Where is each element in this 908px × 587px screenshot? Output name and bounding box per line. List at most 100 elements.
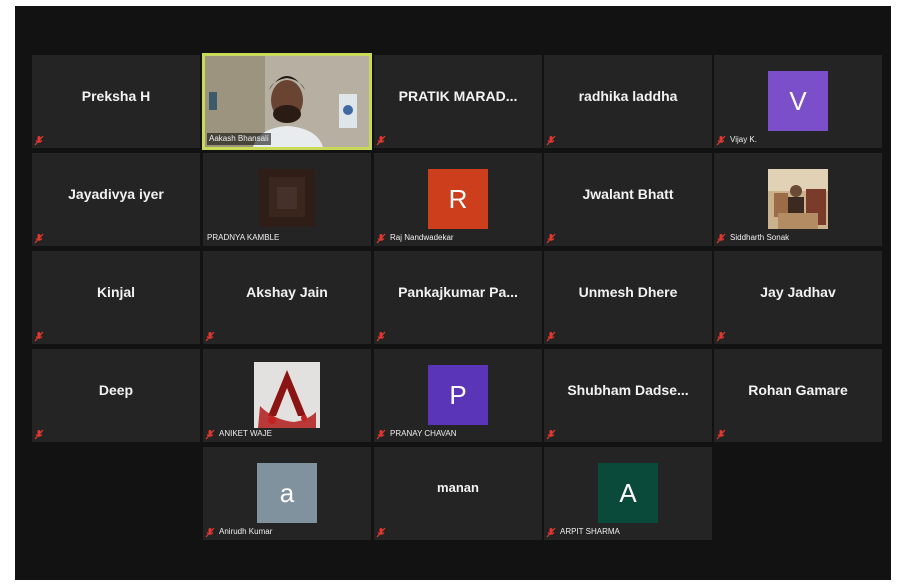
mic-muted-icon <box>376 233 386 243</box>
gallery-view: Preksha H Aakash Bhansali PRATIK MARAD..… <box>15 6 891 580</box>
participant-label <box>546 330 556 342</box>
participant-tile[interactable]: ANIKET WAJE <box>203 349 371 442</box>
participant-label <box>34 330 44 342</box>
participant-tile[interactable]: Jay Jadhav <box>714 251 882 344</box>
participant-tile[interactable]: Rohan Gamare <box>714 349 882 442</box>
participant-tile[interactable]: a Anirudh Kumar <box>203 447 371 540</box>
mic-muted-icon <box>34 135 44 145</box>
mic-muted-icon <box>205 527 215 537</box>
mic-muted-icon <box>716 233 726 243</box>
profile-photo <box>259 169 315 227</box>
participant-tile[interactable]: Akshay Jain <box>203 251 371 344</box>
mic-muted-icon <box>376 331 386 341</box>
participant-label: PRANAY CHAVAN <box>376 428 459 440</box>
mic-muted-icon <box>376 527 386 537</box>
participant-label: Vijay K. <box>716 134 759 146</box>
participant-label <box>546 428 556 440</box>
participant-name: Shubham Dadse... <box>567 381 689 398</box>
participant-label <box>34 428 44 440</box>
avatar: A <box>598 463 658 523</box>
participant-tile[interactable]: Jwalant Bhatt <box>544 153 712 246</box>
participant-label <box>376 134 386 146</box>
profile-photo <box>768 169 828 229</box>
participant-tile[interactable]: Pankajkumar Pa... <box>374 251 542 344</box>
avatar-initial: P <box>449 379 467 410</box>
participant-label <box>546 232 556 244</box>
participant-label: PRADNYA KAMBLE <box>205 232 281 244</box>
mic-muted-icon <box>376 135 386 145</box>
participant-name: Unmesh Dhere <box>578 283 678 300</box>
participant-label <box>716 330 726 342</box>
participant-tile[interactable]: P PRANAY CHAVAN <box>374 349 542 442</box>
participant-name: PRADNYA KAMBLE <box>207 233 280 242</box>
participant-name: PRANAY CHAVAN <box>390 429 457 438</box>
participant-label <box>376 330 386 342</box>
avatar: V <box>768 71 828 131</box>
participant-label: Anirudh Kumar <box>205 526 274 538</box>
participant-tile[interactable]: radhika laddha <box>544 55 712 148</box>
participant-label: ARPIT SHARMA <box>546 526 622 538</box>
participant-name: Vijay K. <box>730 135 757 144</box>
participant-tile[interactable]: A ARPIT SHARMA <box>544 447 712 540</box>
avatar-initial: a <box>279 477 295 508</box>
participant-label: Raj Nandwadekar <box>376 232 456 244</box>
mic-muted-icon <box>34 429 44 439</box>
mic-muted-icon <box>546 233 556 243</box>
participant-tile[interactable]: V Vijay K. <box>714 55 882 148</box>
participant-tile[interactable]: manan <box>374 447 542 540</box>
mic-muted-icon <box>546 527 556 537</box>
participant-tile[interactable]: Siddharth Sonak <box>714 153 882 246</box>
participant-tile[interactable]: R Raj Nandwadekar <box>374 153 542 246</box>
participant-name: Raj Nandwadekar <box>390 233 454 242</box>
mic-muted-icon <box>205 429 215 439</box>
avatar-initial: R <box>448 183 468 214</box>
mic-muted-icon <box>546 331 556 341</box>
participant-name: Pankajkumar Pa... <box>398 283 518 300</box>
participant-name: ARPIT SHARMA <box>560 527 620 536</box>
mic-muted-icon <box>716 135 726 145</box>
participant-name: Preksha H <box>81 87 151 104</box>
participant-tile[interactable]: Unmesh Dhere <box>544 251 712 344</box>
mic-muted-icon <box>34 331 44 341</box>
profile-photo <box>254 362 320 428</box>
participant-label: Aakash Bhansali <box>207 133 271 145</box>
mic-muted-icon <box>546 429 556 439</box>
participant-name: Kinjal <box>96 283 136 300</box>
mic-muted-icon <box>376 429 386 439</box>
participant-label <box>205 330 215 342</box>
participant-name: Aakash Bhansali <box>207 133 271 145</box>
participant-tile[interactable]: Jayadivya iyer <box>32 153 200 246</box>
participant-label <box>376 526 386 538</box>
participant-name: Akshay Jain <box>246 283 328 300</box>
participant-label <box>34 232 44 244</box>
mic-muted-icon <box>546 135 556 145</box>
participant-name: PRATIK MARAD... <box>398 87 518 104</box>
participant-tile[interactable]: Kinjal <box>32 251 200 344</box>
mic-muted-icon <box>205 331 215 341</box>
avatar-initial: A <box>619 477 637 508</box>
participant-tile[interactable]: PRADNYA KAMBLE <box>203 153 371 246</box>
participant-name: Anirudh Kumar <box>219 527 273 536</box>
participant-name: Rohan Gamare <box>748 381 848 398</box>
participant-label: ANIKET WAJE <box>205 428 274 440</box>
mic-muted-icon <box>34 233 44 243</box>
participant-tile[interactable]: Preksha H <box>32 55 200 148</box>
mic-muted-icon <box>716 429 726 439</box>
mic-muted-icon <box>716 331 726 341</box>
participant-tile[interactable]: PRATIK MARAD... <box>374 55 542 148</box>
participant-tile-active-speaker[interactable]: Aakash Bhansali <box>202 53 372 150</box>
participant-tile[interactable]: Deep <box>32 349 200 442</box>
participant-label <box>716 428 726 440</box>
participant-name: radhika laddha <box>578 87 678 104</box>
participant-name: Jayadivya iyer <box>68 185 164 202</box>
participant-label <box>546 134 556 146</box>
participant-name: Jwalant Bhatt <box>582 185 674 202</box>
participant-name: Deep <box>98 381 134 398</box>
participant-name: Jay Jadhav <box>760 283 836 300</box>
participant-tile[interactable]: Shubham Dadse... <box>544 349 712 442</box>
participant-name: Siddharth Sonak <box>730 233 790 242</box>
avatar: R <box>428 169 488 229</box>
participant-name: ANIKET WAJE <box>219 429 272 438</box>
avatar-initial: V <box>789 85 807 116</box>
avatar: P <box>428 365 488 425</box>
